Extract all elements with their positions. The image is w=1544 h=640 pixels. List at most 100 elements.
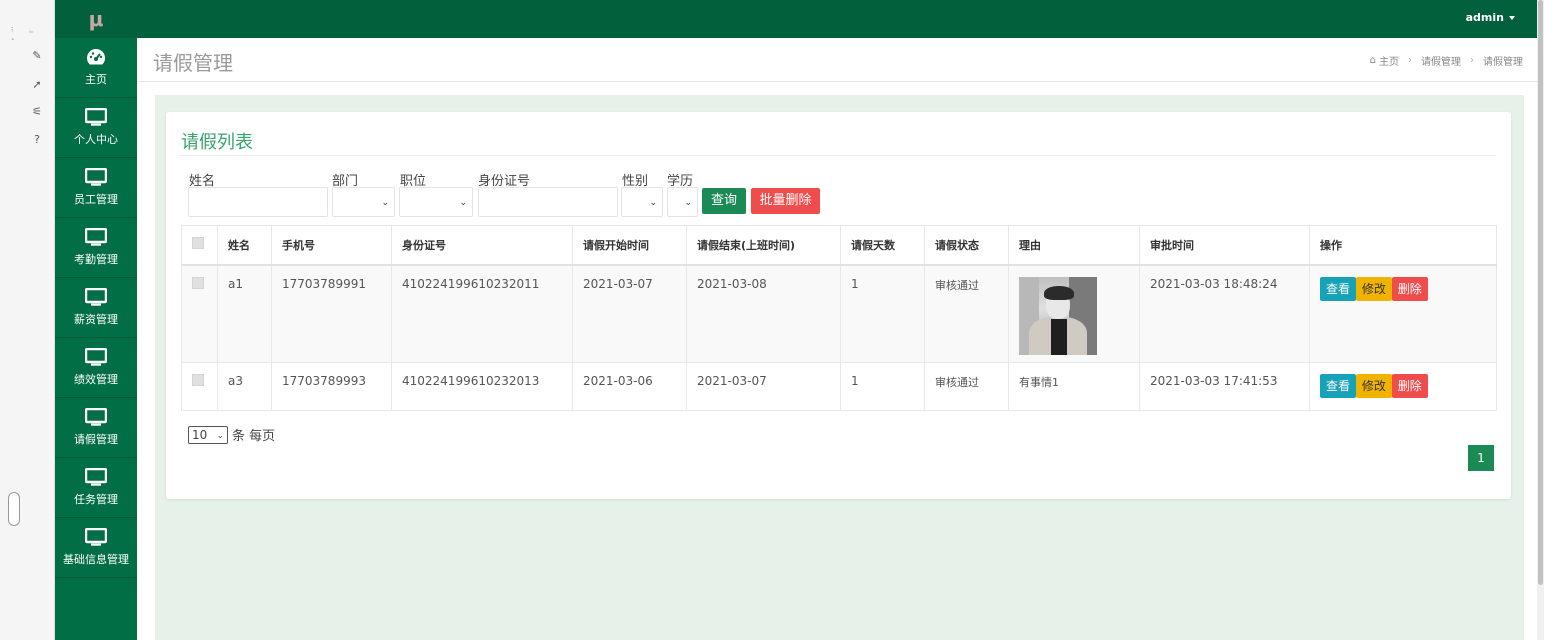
page-title: 请假管理 bbox=[153, 51, 233, 75]
sidebar-item-performance[interactable]: 绩效管理 bbox=[55, 338, 137, 398]
cell-approved: 2021-03-03 17:41:53 bbox=[1139, 362, 1310, 411]
scrollbar-thumb[interactable] bbox=[1538, 0, 1543, 585]
batch-delete-button[interactable]: 批量删除 bbox=[751, 188, 820, 214]
cell-status: 审核通过 bbox=[924, 362, 1009, 411]
cell-days: 1 bbox=[840, 362, 925, 411]
pointer-icon[interactable]: ➚ bbox=[30, 78, 44, 92]
monitor-icon bbox=[85, 108, 107, 126]
cell-end: 2021-03-08 bbox=[686, 264, 841, 363]
sliders-icon[interactable]: ⚟ bbox=[30, 105, 44, 119]
row-checkbox[interactable] bbox=[192, 276, 204, 289]
cell-status: 审核通过 bbox=[924, 264, 1009, 363]
cell-start: 2021-03-07 bbox=[572, 264, 687, 363]
breadcrumb: ⌂ 主页 › 请假管理 › 请假管理 bbox=[1370, 53, 1523, 68]
column-header: 身份证号 bbox=[391, 225, 573, 266]
cell-start: 2021-03-06 bbox=[572, 362, 687, 411]
select-all-checkbox[interactable] bbox=[192, 237, 204, 250]
help-icon[interactable]: ? bbox=[30, 133, 44, 147]
extension-mini-icon: ˄ bbox=[11, 38, 15, 46]
column-header: 理由 bbox=[1008, 225, 1140, 266]
sidebar-item-tasks[interactable]: 任务管理 bbox=[55, 458, 137, 518]
gender-filter-select[interactable]: ⌄ bbox=[621, 187, 663, 217]
monitor-icon bbox=[85, 408, 107, 426]
scroll-handle[interactable] bbox=[8, 492, 20, 526]
view-button[interactable]: 查看 bbox=[1320, 276, 1357, 301]
leave-list-card: 请假列表 姓名 部门 ⌄ 职位 ⌄ 身份证号 性别 ⌄ 学历 ⌄ 查询 批量删除… bbox=[166, 112, 1511, 499]
cell-actions: 查看 修改 删除 bbox=[1309, 264, 1497, 363]
sidebar-item-label: 基础信息管理 bbox=[63, 553, 129, 566]
cell-phone: 17703789991 bbox=[271, 264, 392, 363]
extension-mini-icon: ⁝ bbox=[11, 26, 14, 34]
breadcrumb-home[interactable]: 主页 bbox=[1379, 53, 1399, 68]
sidebar: μ 主页 个人中心 员工管理 考勤管理 薪资管理 绩效管理 请假管理 任务管理 … bbox=[55, 0, 137, 640]
edit-button[interactable]: 修改 bbox=[1355, 374, 1392, 398]
cell-reason bbox=[1008, 264, 1140, 363]
column-header: 请假天数 bbox=[840, 225, 925, 266]
edit-button[interactable]: 修改 bbox=[1355, 276, 1392, 301]
table-row: a1 17703789991 410224199610232011 2021-0… bbox=[181, 264, 1497, 363]
page-size-control: 10 ⌄ 条 每页 bbox=[188, 425, 275, 444]
delete-button[interactable]: 删除 bbox=[1391, 276, 1428, 301]
breadcrumb-separator: › bbox=[1408, 55, 1412, 66]
cell-name: a1 bbox=[217, 264, 272, 363]
view-button[interactable]: 查看 bbox=[1320, 374, 1357, 398]
sidebar-item-label: 考勤管理 bbox=[74, 253, 118, 266]
user-name: admin bbox=[1465, 11, 1504, 24]
sidebar-item-home[interactable]: 主页 bbox=[55, 38, 137, 98]
delete-button[interactable]: 删除 bbox=[1391, 374, 1428, 398]
row-checkbox[interactable] bbox=[192, 374, 204, 386]
chevron-down-icon: ⌄ bbox=[216, 430, 224, 441]
user-menu[interactable]: admin bbox=[1466, 11, 1515, 24]
chevron-down-icon: ⌄ bbox=[381, 198, 389, 208]
row-select-cell[interactable] bbox=[181, 264, 218, 363]
cell-phone: 17703789993 bbox=[271, 362, 392, 411]
chevron-down-icon: ⌄ bbox=[459, 198, 467, 208]
extension-toolbar: ⁝ ˄ ═ ✎ ➚ ⚟ ? bbox=[0, 0, 55, 640]
page-number-button[interactable]: 1 bbox=[1468, 445, 1494, 471]
sidebar-item-label: 薪资管理 bbox=[74, 313, 118, 326]
dashboard-icon bbox=[87, 49, 106, 65]
table-row: a3 17703789993 410224199610232013 2021-0… bbox=[181, 362, 1497, 411]
column-header: 审批时间 bbox=[1139, 225, 1310, 266]
name-filter-input[interactable] bbox=[188, 187, 328, 217]
column-header: 姓名 bbox=[217, 225, 272, 266]
chevron-down-icon: ⌄ bbox=[684, 198, 692, 208]
breadcrumb-separator: › bbox=[1470, 55, 1474, 66]
app-logo[interactable]: μ bbox=[55, 0, 137, 38]
sidebar-item-label: 绩效管理 bbox=[74, 373, 118, 386]
education-filter-select[interactable]: ⌄ bbox=[667, 187, 698, 217]
pen-icon[interactable]: ✎ bbox=[30, 49, 44, 63]
monitor-icon bbox=[85, 228, 107, 246]
caret-down-icon bbox=[1509, 16, 1515, 20]
position-filter-select[interactable]: ⌄ bbox=[399, 187, 473, 217]
cell-days: 1 bbox=[840, 264, 925, 363]
page-size-select[interactable]: 10 ⌄ bbox=[188, 425, 228, 444]
extension-mini-icon: ═ bbox=[29, 28, 34, 36]
monitor-icon bbox=[85, 528, 107, 546]
sidebar-item-basic-info[interactable]: 基础信息管理 bbox=[55, 518, 137, 578]
reason-image bbox=[1019, 276, 1097, 355]
monitor-icon bbox=[85, 468, 107, 486]
sidebar-item-label: 任务管理 bbox=[74, 493, 118, 506]
page-scrollbar[interactable] bbox=[1537, 0, 1544, 640]
sidebar-item-attendance[interactable]: 考勤管理 bbox=[55, 218, 137, 278]
column-header: 请假结束(上班时间) bbox=[686, 225, 841, 266]
select-all-cell[interactable] bbox=[181, 225, 218, 266]
query-button[interactable]: 查询 bbox=[702, 188, 746, 214]
sidebar-item-profile[interactable]: 个人中心 bbox=[55, 98, 137, 158]
sidebar-item-leave[interactable]: 请假管理 bbox=[55, 398, 137, 458]
sidebar-item-employees[interactable]: 员工管理 bbox=[55, 158, 137, 218]
home-icon: ⌂ bbox=[1369, 55, 1376, 66]
sidebar-item-salary[interactable]: 薪资管理 bbox=[55, 278, 137, 338]
sidebar-item-label: 个人中心 bbox=[74, 133, 118, 146]
monitor-icon bbox=[85, 348, 107, 366]
monitor-icon bbox=[85, 168, 107, 186]
breadcrumb-section[interactable]: 请假管理 bbox=[1421, 53, 1461, 68]
cell-idcard: 410224199610232011 bbox=[391, 264, 573, 363]
cell-name: a3 bbox=[217, 362, 272, 411]
dept-filter-select[interactable]: ⌄ bbox=[332, 187, 395, 217]
idcard-filter-input[interactable] bbox=[478, 187, 618, 217]
cell-actions: 查看 修改 删除 bbox=[1309, 362, 1497, 411]
page-size-value: 10 bbox=[192, 427, 208, 442]
row-select-cell[interactable] bbox=[181, 362, 218, 411]
